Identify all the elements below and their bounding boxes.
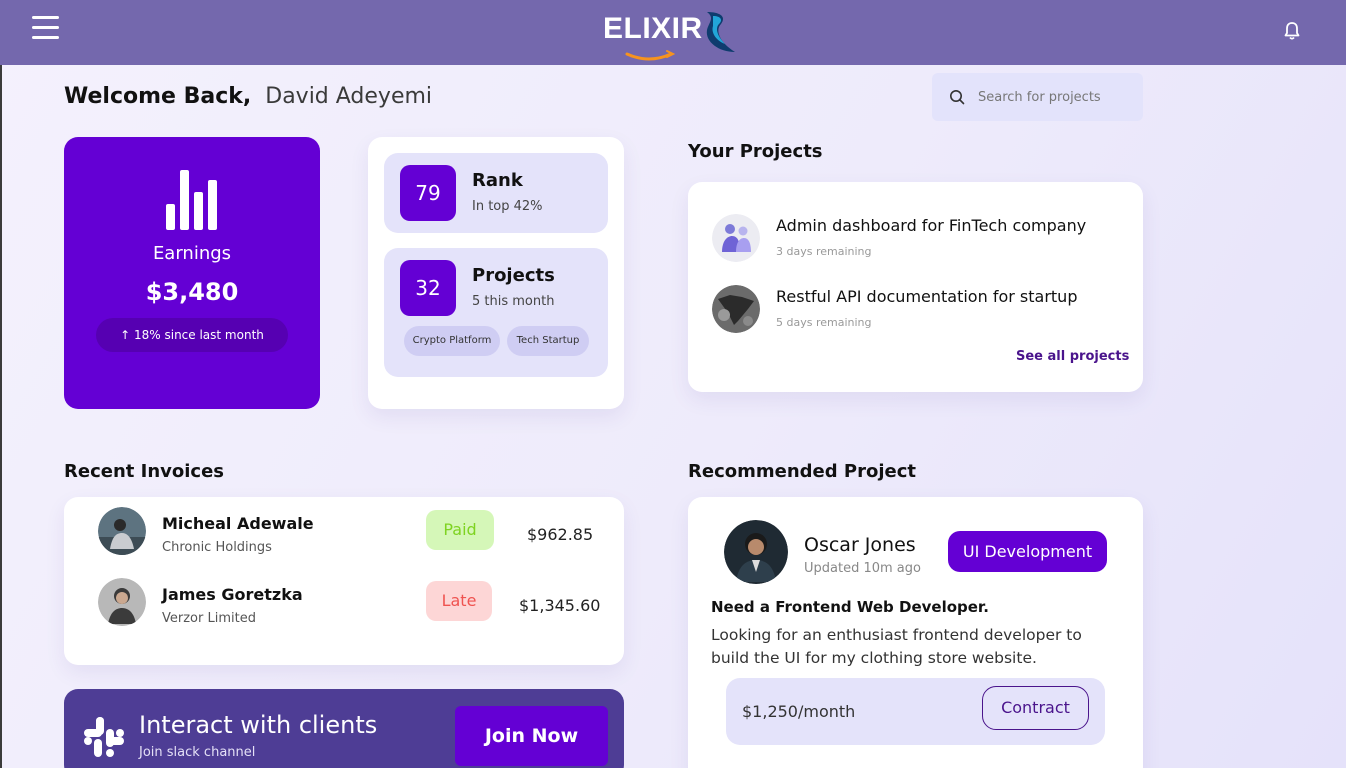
top-bar: ELIXIR	[0, 0, 1346, 65]
logo[interactable]: ELIXIR	[603, 8, 743, 64]
stats-card: 79 Rank In top 42% 32 Projects 5 this mo…	[368, 137, 624, 409]
project-deadline: 5 days remaining	[776, 316, 872, 329]
tag-tech-startup[interactable]: Tech Startup	[507, 326, 589, 356]
recommended-project-title: Recommended Project	[688, 461, 916, 482]
invoice-amount: $962.85	[527, 525, 594, 544]
updated-time: Updated 10m ago	[804, 561, 921, 576]
earnings-value: $3,480	[145, 278, 239, 306]
recommended-project-card: Oscar Jones Updated 10m ago UI Developme…	[688, 497, 1143, 768]
search-icon	[950, 90, 965, 105]
welcome-heading: Welcome Back, David Adeyemi	[64, 84, 432, 109]
invoice-amount: $1,345.60	[519, 596, 601, 615]
earnings-change-badge: ↑ 18% since last month	[96, 318, 288, 352]
hamburger-menu-icon[interactable]	[32, 16, 59, 42]
user-name: David Adeyemi	[265, 84, 433, 109]
see-all-projects-link[interactable]: See all projects	[1016, 349, 1129, 364]
invoices-card: Micheal Adewale Chronic Holdings Paid $9…	[64, 497, 624, 665]
window-edge	[0, 0, 2, 768]
project-avatar	[712, 285, 760, 333]
recent-invoices-title: Recent Invoices	[64, 461, 225, 482]
logo-swoosh-icon	[625, 12, 735, 61]
client-name: Micheal Adewale	[162, 514, 314, 533]
earnings-label: Earnings	[152, 243, 232, 264]
project-avatar	[712, 214, 760, 262]
status-badge-late: Late	[426, 581, 492, 621]
project-title[interactable]: Admin dashboard for FinTech company	[776, 216, 1086, 235]
avatar	[724, 520, 788, 584]
rank-number: 79	[400, 165, 456, 221]
search-input[interactable]	[978, 85, 1128, 109]
client-company: Chronic Holdings	[162, 540, 272, 555]
rank-stat: 79 Rank In top 42%	[384, 153, 608, 233]
your-projects-card: Admin dashboard for FinTech company 3 da…	[688, 182, 1143, 392]
rank-title: Rank	[472, 170, 523, 191]
contract-button[interactable]: Contract	[982, 686, 1089, 730]
category-badge[interactable]: UI Development	[948, 531, 1107, 572]
avatar	[98, 507, 146, 555]
your-projects-title: Your Projects	[688, 141, 823, 162]
join-now-button[interactable]: Join Now	[455, 706, 608, 766]
client-name: James Goretzka	[162, 585, 303, 604]
project-headline: Need a Frontend Web Developer.	[711, 598, 989, 616]
welcome-greeting: Welcome Back,	[64, 84, 252, 109]
search-box[interactable]	[932, 73, 1143, 121]
price-box: $1,250/month Contract	[726, 678, 1105, 745]
tag-crypto-platform[interactable]: Crypto Platform	[404, 326, 500, 356]
projects-title: Projects	[472, 265, 555, 286]
project-title[interactable]: Restful API documentation for startup	[776, 287, 1077, 306]
bell-icon[interactable]	[1280, 19, 1304, 43]
projects-subtitle: 5 this month	[472, 294, 555, 309]
bar-chart-icon	[166, 170, 217, 230]
slack-banner: Interact with clients Join slack channel…	[64, 689, 624, 768]
project-deadline: 3 days remaining	[776, 245, 872, 258]
slack-banner-subtitle: Join slack channel	[139, 745, 256, 760]
client-company: Verzor Limited	[162, 611, 256, 626]
rank-subtitle: In top 42%	[472, 199, 543, 214]
earnings-card: Earnings $3,480 ↑ 18% since last month	[64, 137, 320, 409]
projects-number: 32	[400, 260, 456, 316]
slack-banner-title: Interact with clients	[139, 711, 378, 739]
slack-icon	[84, 717, 124, 757]
client-name: Oscar Jones	[804, 534, 916, 556]
project-price: $1,250/month	[742, 702, 856, 721]
project-description: Looking for an enthusiast frontend devel…	[711, 626, 1082, 667]
status-badge-paid: Paid	[426, 510, 494, 550]
avatar	[98, 578, 146, 626]
projects-stat: 32 Projects 5 this month Crypto Platform…	[384, 248, 608, 377]
